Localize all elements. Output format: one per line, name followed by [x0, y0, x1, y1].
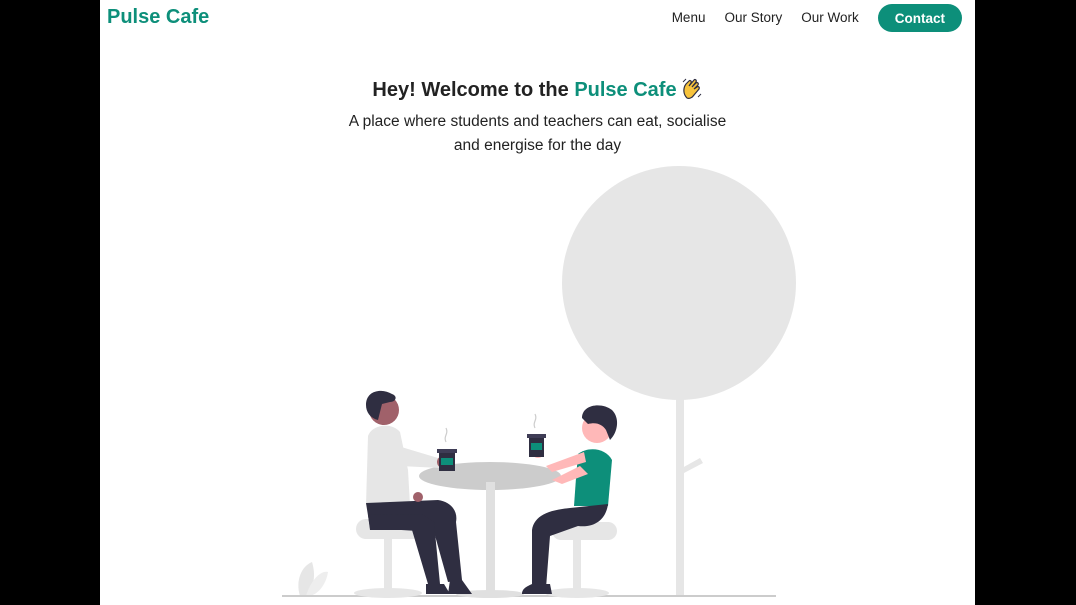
page: Pulse Cafe Menu Our Story Our Work Conta…: [100, 0, 975, 605]
brand-logo[interactable]: Pulse Cafe: [107, 6, 209, 29]
right-cup: [527, 413, 546, 457]
nav-link-our-story[interactable]: Our Story: [724, 4, 782, 32]
right-person: [522, 405, 618, 594]
hero-title-prefix: Hey! Welcome to the: [372, 79, 575, 101]
nav-link-menu[interactable]: Menu: [672, 4, 706, 32]
left-person: [366, 390, 472, 594]
navbar: Pulse Cafe Menu Our Story Our Work Conta…: [100, 0, 975, 36]
contact-button[interactable]: Contact: [877, 4, 962, 32]
nav-link-our-work[interactable]: Our Work: [801, 4, 859, 32]
hero: Hey! Welcome to the Pulse Cafe A place w…: [100, 76, 975, 158]
hero-title-brand: Pulse Cafe: [574, 79, 677, 101]
hero-title: Hey! Welcome to the Pulse Cafe: [100, 76, 975, 108]
hero-subtitle: A place where students and teachers can …: [348, 113, 727, 154]
left-stool: [354, 519, 422, 598]
left-cup: [437, 427, 457, 471]
nav-links: Menu Our Story Our Work Contact: [672, 4, 962, 32]
waving-hand-icon: [681, 78, 703, 108]
plant-illustration: [298, 562, 328, 596]
